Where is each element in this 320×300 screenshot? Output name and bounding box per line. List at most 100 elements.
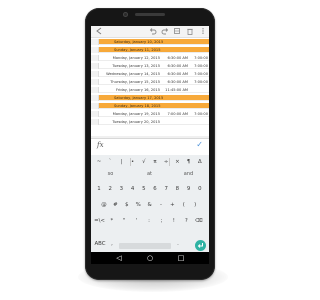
more-options-icon[interactable]: [199, 27, 207, 35]
symbol-key[interactable]: (: [179, 201, 189, 210]
symbol-key[interactable]: ~: [94, 158, 104, 167]
table-row[interactable]: Wednesday, January 14, 2015 6:30:00 AM 7:0…: [91, 71, 209, 77]
symbol-key[interactable]: •: [128, 158, 138, 167]
symbol-key[interactable]: @: [99, 201, 109, 210]
end-time-cell[interactable]: 7:00:00: [190, 79, 209, 85]
end-time-cell[interactable]: [190, 119, 209, 125]
start-time-cell[interactable]: 6:30:00 AM: [163, 63, 189, 69]
nav-home-icon[interactable]: ○: [145, 254, 155, 262]
symbol-key[interactable]: &: [145, 201, 155, 210]
symbol-key[interactable]: $: [122, 201, 132, 210]
end-time-cell[interactable]: 7:00:00: [190, 55, 209, 61]
symbol-key[interactable]: Δ: [195, 158, 205, 167]
table-row[interactable]: Sunday, January 11, 2015: [91, 47, 209, 53]
suggestion-chip[interactable]: so: [91, 169, 130, 179]
date-cell[interactable]: Sunday, January 18, 2015: [100, 103, 209, 109]
symbol-key[interactable]: ×: [172, 158, 182, 167]
row-header[interactable]: [91, 119, 99, 125]
date-cell[interactable]: Friday, January 16, 2015: [100, 87, 162, 93]
format-icon[interactable]: [173, 27, 181, 35]
digit-key[interactable]: 0: [195, 185, 205, 194]
spreadsheet-grid[interactable]: Saturday, January 10, 2015 Sunday, Januar…: [91, 38, 209, 136]
row-header[interactable]: [91, 87, 99, 93]
digit-key[interactable]: 4: [128, 185, 138, 194]
row-header[interactable]: [91, 103, 99, 109]
start-time-cell[interactable]: 7:00:00 AM: [163, 111, 189, 117]
start-time-cell[interactable]: 11:45:00 AM: [163, 87, 189, 93]
digit-key[interactable]: 3: [116, 185, 126, 194]
symbol-key[interactable]: #: [110, 201, 120, 210]
end-time-cell[interactable]: [190, 87, 209, 93]
end-time-cell[interactable]: 7:00:00: [190, 71, 209, 77]
row-header[interactable]: [91, 55, 99, 61]
space-key[interactable]: [119, 243, 171, 249]
redo-icon[interactable]: [161, 27, 169, 35]
table-row[interactable]: Saturday, January 10, 2015: [91, 39, 209, 45]
symbol-key[interactable]: ): [190, 201, 200, 210]
nav-back-icon[interactable]: ◁: [114, 254, 124, 262]
nav-recents-icon[interactable]: □: [176, 254, 186, 262]
date-cell[interactable]: Monday, January 12, 2015: [100, 55, 162, 61]
date-cell[interactable]: Sunday, January 11, 2015: [100, 47, 209, 53]
table-row[interactable]: Monday, January 12, 2015 6:30:00 AM 7:00:0…: [91, 55, 209, 61]
table-row[interactable]: Friday, January 16, 2015 11:45:00 AM: [91, 87, 209, 93]
comma-key[interactable]: ,: [108, 240, 116, 249]
start-time-cell[interactable]: 6:30:00 AM: [163, 79, 189, 85]
date-cell[interactable]: Saturday, January 17, 2015: [100, 95, 209, 101]
symbol-key[interactable]: *: [106, 217, 117, 226]
date-cell[interactable]: Monday, January 19, 2015: [100, 111, 162, 117]
row-header[interactable]: [91, 63, 99, 69]
table-row[interactable]: Monday, January 19, 2015 7:00:00 AM 7:00:0…: [91, 111, 209, 117]
row-header[interactable]: [91, 71, 99, 77]
symbol-key[interactable]: +: [167, 201, 177, 210]
symbol-key[interactable]: ;: [156, 217, 167, 226]
enter-key[interactable]: [195, 240, 206, 251]
symbol-key[interactable]: `: [105, 158, 115, 167]
abc-switch-key[interactable]: ABC: [93, 240, 107, 249]
symbol-key[interactable]: :: [144, 217, 155, 226]
suggestion-chip[interactable]: at: [130, 169, 169, 179]
start-time-cell[interactable]: [163, 119, 189, 125]
date-cell[interactable]: Wednesday, January 14, 2015: [100, 71, 162, 77]
symbol-key[interactable]: ': [131, 217, 142, 226]
formula-input[interactable]: [109, 142, 193, 152]
suggestion-chip[interactable]: and: [169, 169, 208, 179]
digit-key[interactable]: 1: [94, 185, 104, 194]
row-header[interactable]: [91, 47, 99, 53]
symbol-key[interactable]: |: [116, 158, 126, 167]
symbol-key[interactable]: -: [156, 201, 166, 210]
symbol-key[interactable]: ": [119, 217, 130, 226]
row-header[interactable]: [91, 111, 99, 117]
period-key[interactable]: .: [174, 240, 182, 249]
digit-key[interactable]: 6: [150, 185, 160, 194]
date-cell[interactable]: Tuesday, January 13, 2015: [100, 63, 162, 69]
symbol-key[interactable]: =\<: [94, 217, 105, 226]
backspace-key[interactable]: ⌫: [193, 217, 204, 226]
table-row[interactable]: Tuesday, January 20, 2015: [91, 119, 209, 125]
symbol-key[interactable]: ¶: [184, 158, 194, 167]
table-row[interactable]: Sunday, January 18, 2015: [91, 103, 209, 109]
digit-key[interactable]: 8: [172, 185, 182, 194]
digit-key[interactable]: 2: [105, 185, 115, 194]
digit-key[interactable]: 7: [161, 185, 171, 194]
trash-icon[interactable]: [186, 27, 194, 35]
digit-key[interactable]: 9: [184, 185, 194, 194]
end-time-cell[interactable]: 7:00:00: [190, 63, 209, 69]
symbol-key[interactable]: !: [168, 217, 179, 226]
end-time-cell[interactable]: 7:00:00: [190, 111, 209, 117]
table-row[interactable]: Tuesday, January 13, 2015 6:30:00 AM 7:00:…: [91, 63, 209, 69]
date-cell[interactable]: Saturday, January 10, 2015: [100, 39, 209, 45]
symbol-key[interactable]: %: [133, 201, 143, 210]
back-arrow-icon[interactable]: [95, 27, 103, 35]
date-cell[interactable]: Tuesday, January 20, 2015: [100, 119, 162, 125]
row-header[interactable]: [91, 95, 99, 101]
table-row[interactable]: Thursday, January 15, 2015 6:30:00 AM 7:00…: [91, 79, 209, 85]
table-row[interactable]: Saturday, January 17, 2015: [91, 95, 209, 101]
symbol-key[interactable]: √: [139, 158, 149, 167]
date-cell[interactable]: Thursday, January 15, 2015: [100, 79, 162, 85]
row-header[interactable]: [91, 79, 99, 85]
confirm-check-icon[interactable]: ✓: [196, 140, 203, 149]
digit-key[interactable]: 5: [139, 185, 149, 194]
symbol-key[interactable]: ?: [181, 217, 192, 226]
start-time-cell[interactable]: 6:30:00 AM: [163, 71, 189, 77]
